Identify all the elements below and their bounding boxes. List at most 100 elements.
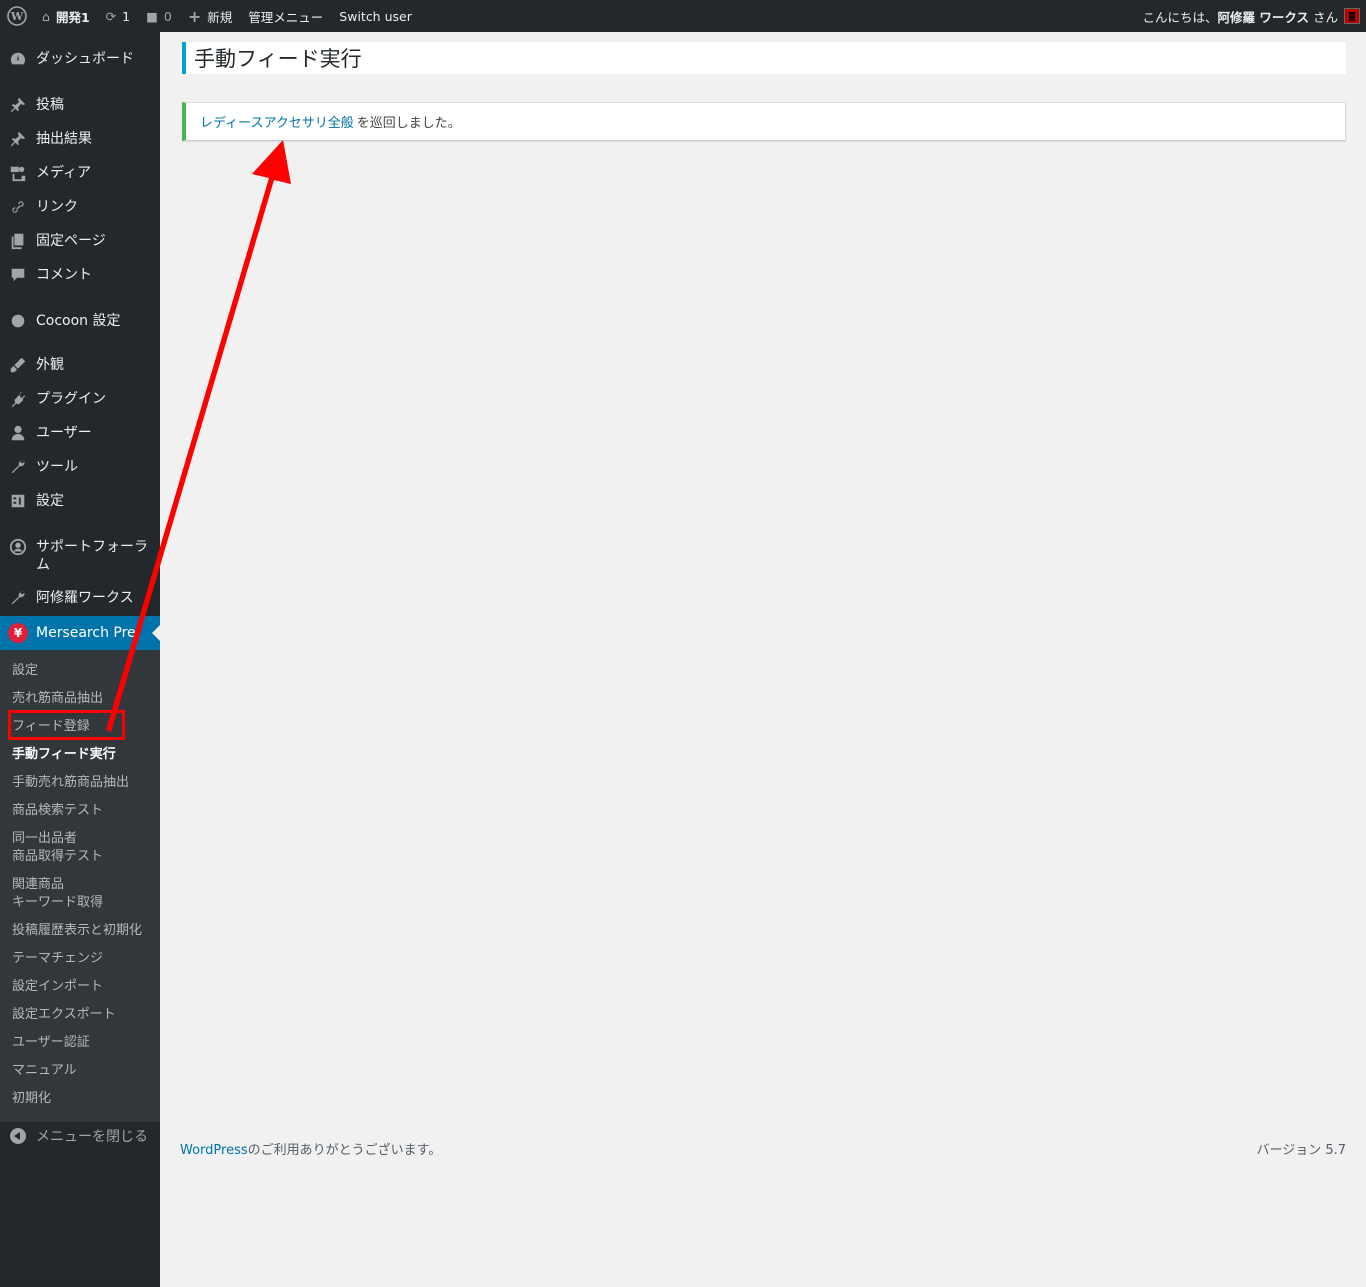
comment-bubble-icon: ■	[146, 8, 158, 24]
menu-pages[interactable]: 固定ページ	[0, 232, 160, 250]
media-icon	[0, 164, 36, 182]
menu-label: ユーザー	[36, 425, 92, 441]
submenu-line: 商品取得テスト	[12, 849, 104, 864]
settings-icon	[0, 492, 36, 510]
site-name: 開発1	[55, 9, 90, 25]
page-icon	[0, 232, 36, 250]
admin-sidebar: ダッシュボード 投稿 抽出結果 メディア リンク 固定ページ コメント Coco…	[0, 32, 160, 1287]
svg-text:W: W	[10, 10, 24, 23]
menu-label: Mersearch Press	[36, 625, 136, 641]
highlight-annotation-box	[8, 710, 125, 740]
support-icon	[0, 538, 36, 556]
submenu-item-initialize[interactable]: 初期化	[12, 1090, 51, 1108]
notice-message: を巡回しました。	[356, 116, 461, 131]
collapse-label: メニューを閉じる	[36, 1129, 148, 1145]
menu-cocoon-settings[interactable]: Cocoon 設定	[0, 312, 160, 330]
updates-link[interactable]: ⟳ 1	[98, 0, 138, 32]
menu-label: 投稿	[36, 97, 64, 113]
menu-label: 固定ページ	[36, 233, 106, 249]
admin-bar: W ⌂ 開発1 ⟳ 1 ■ 0 + 新規 管理メニュー Switch user …	[0, 0, 1366, 32]
pin-icon	[0, 130, 36, 148]
submenu-item-manual[interactable]: マニュアル	[12, 1062, 77, 1080]
wordpress-logo-icon[interactable]: W	[0, 0, 34, 32]
menu-comments[interactable]: コメント	[0, 266, 160, 284]
comments-count: 0	[163, 8, 172, 24]
menu-extract-results[interactable]: 抽出結果	[0, 130, 160, 148]
collapse-menu-button[interactable]: メニューを閉じる	[0, 1126, 160, 1146]
new-label: 新規	[207, 9, 233, 25]
submenu-item-settings[interactable]: 設定	[12, 662, 38, 680]
menu-label: メディア	[36, 165, 92, 181]
collapse-circle	[10, 1128, 26, 1144]
submenu-item-post-history[interactable]: 投稿履歴表示と初期化	[12, 922, 142, 940]
footer-thanks-text: のご利用ありがとうございます。	[247, 1143, 442, 1158]
notice-link[interactable]: レディースアクセサリ全般	[200, 112, 354, 131]
switch-user-label: Switch user	[339, 8, 412, 24]
user-name: 阿修羅 ワークス	[1217, 9, 1309, 25]
submenu-item-user-auth[interactable]: ユーザー認証	[12, 1034, 90, 1052]
switch-user-link[interactable]: Switch user	[331, 0, 420, 32]
avatar	[1344, 8, 1360, 24]
submenu-item-manual-bestseller[interactable]: 手動売れ筋商品抽出	[12, 774, 129, 792]
comments-link[interactable]: ■ 0	[138, 0, 180, 32]
yen-icon: ¥	[0, 623, 36, 643]
submenu-line: 関連商品	[12, 877, 65, 892]
appearance-icon	[0, 356, 36, 374]
menu-label: コメント	[36, 267, 92, 283]
menu-label: リンク	[36, 199, 78, 215]
menu-media[interactable]: メディア	[0, 164, 160, 182]
success-notice: レディースアクセサリ全般 を巡回しました。	[182, 102, 1346, 141]
user-icon	[0, 424, 36, 442]
wordpress-link[interactable]: WordPress	[180, 1143, 248, 1158]
menu-settings[interactable]: 設定	[0, 492, 160, 510]
menu-links[interactable]: リンク	[0, 198, 160, 216]
admin-menu-link[interactable]: 管理メニュー	[240, 0, 331, 32]
menu-label: プラグイン	[36, 391, 106, 407]
comment-icon	[0, 266, 36, 284]
menu-label: ダッシュボード	[36, 51, 134, 67]
submenu-line: 同一出品者	[12, 831, 78, 846]
updates-count: 1	[122, 8, 131, 24]
menu-label: 抽出結果	[36, 131, 92, 147]
plugin-icon	[0, 390, 36, 408]
submenu-item-settings-import[interactable]: 設定インポート	[12, 978, 103, 996]
menu-label: サポートフォーラム	[36, 539, 148, 573]
submenu-item-bestseller-extract[interactable]: 売れ筋商品抽出	[12, 690, 103, 708]
menu-support-forum[interactable]: サポートフォーラム	[0, 538, 160, 574]
collapse-icon	[0, 1128, 36, 1144]
submenu-item-product-search-test[interactable]: 商品検索テスト	[12, 802, 103, 820]
menu-label: 阿修羅ワークス	[36, 590, 134, 606]
site-name-link[interactable]: ⌂ 開発1	[34, 0, 98, 32]
menu-plugins[interactable]: プラグイン	[0, 390, 160, 408]
pin-icon	[0, 96, 36, 114]
dashboard-icon	[0, 50, 36, 68]
plus-icon: +	[187, 6, 202, 26]
yen-icon-text: ¥	[8, 623, 28, 643]
current-indicator	[152, 625, 160, 641]
wrench-icon	[0, 589, 36, 607]
menu-users[interactable]: ユーザー	[0, 424, 160, 442]
menu-tools[interactable]: ツール	[0, 458, 160, 476]
footer-version: バージョン 5.7	[1256, 1143, 1346, 1158]
submenu-item-same-seller[interactable]: 同一出品者 商品取得テスト	[12, 830, 103, 866]
tool-icon	[0, 458, 36, 476]
new-content-link[interactable]: + 新規	[180, 0, 240, 32]
menu-ashura-works[interactable]: 阿修羅ワークス	[0, 589, 160, 607]
submenu-item-manual-feed[interactable]: 手動フィード実行	[12, 746, 116, 764]
my-account-link[interactable]: こんにちは、 阿修羅 ワークス さん	[1134, 0, 1366, 32]
updates-icon: ⟳	[105, 8, 117, 24]
menu-mersearch-press[interactable]: ¥ Mersearch Press	[0, 616, 160, 650]
submenu-item-theme-change[interactable]: テーマチェンジ	[12, 950, 103, 968]
footer-thanks: WordPressのご利用ありがとうございます。	[180, 1139, 441, 1158]
greeting-suffix: さん	[1312, 9, 1338, 25]
menu-posts[interactable]: 投稿	[0, 96, 160, 114]
home-icon: ⌂	[42, 8, 50, 24]
submenu-item-settings-export[interactable]: 設定エクスポート	[12, 1006, 116, 1024]
submenu-item-related-keywords[interactable]: 関連商品 キーワード取得	[12, 876, 103, 912]
annotation-arrow	[106, 140, 291, 732]
page-title: 手動フィード実行	[194, 47, 362, 71]
menu-label: 外観	[36, 357, 64, 373]
menu-dashboard[interactable]: ダッシュボード	[0, 50, 160, 68]
menu-appearance[interactable]: 外観	[0, 356, 160, 374]
menu-label: 設定	[36, 493, 64, 509]
